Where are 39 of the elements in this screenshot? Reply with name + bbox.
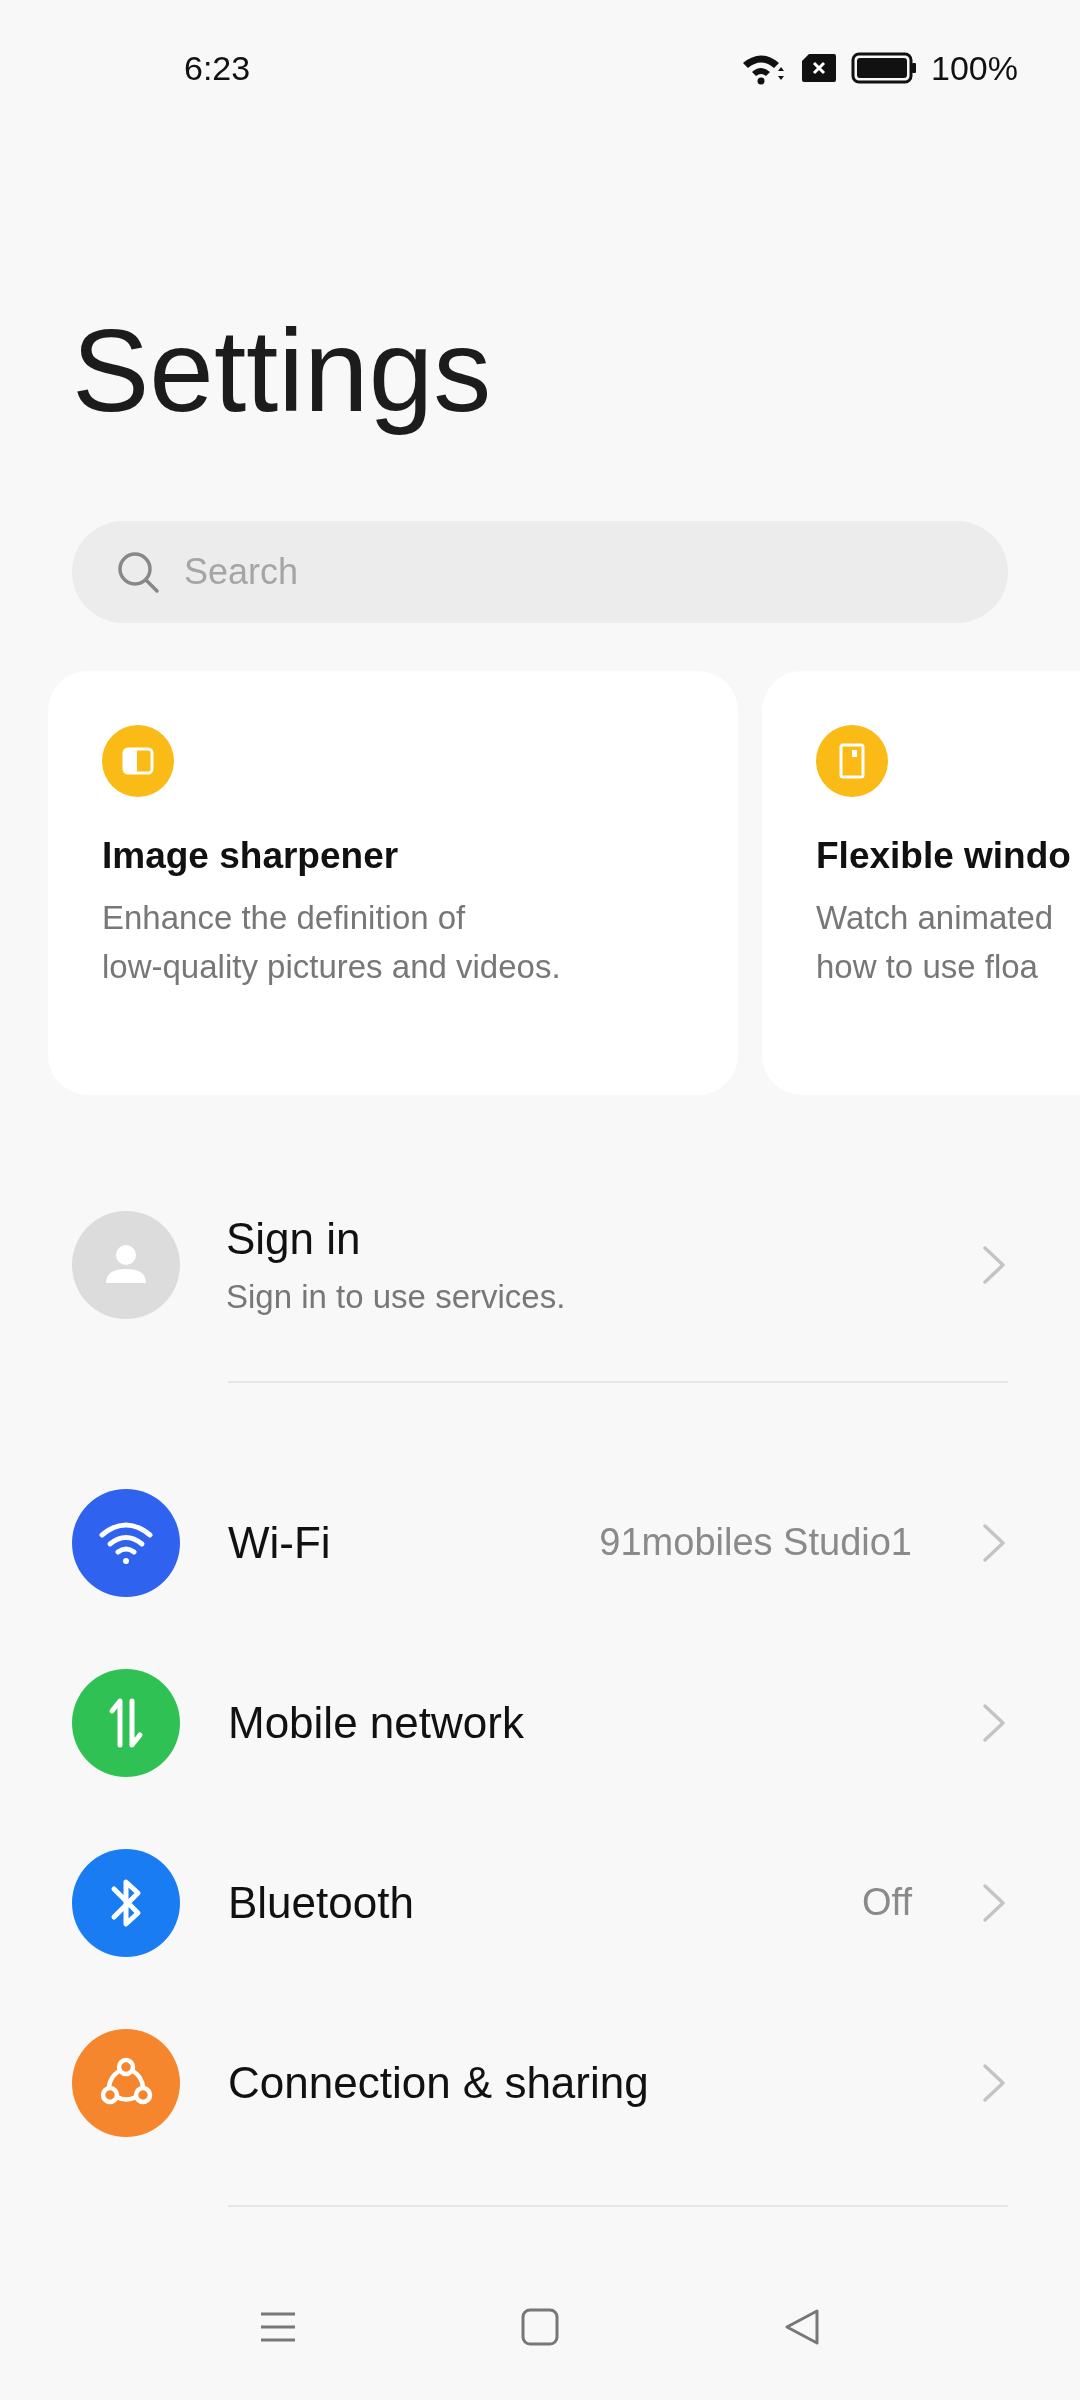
home-icon[interactable] xyxy=(519,2306,561,2348)
settings-row[interactable]: Bluetooth Off xyxy=(0,1812,1080,1993)
sign-in-title: Sign in xyxy=(226,1213,361,1264)
share-icon xyxy=(72,2028,180,2137)
setting-value: 91mobiles Studio1 xyxy=(599,1521,912,1565)
card-title: Flexible windo xyxy=(816,834,1071,877)
bluetooth-icon xyxy=(72,1848,180,1957)
search-field[interactable]: Search xyxy=(72,520,1008,623)
feature-card[interactable]: Flexible windo Watch animated how to use floa xyxy=(762,670,1080,1095)
wifi-icon xyxy=(72,1488,180,1597)
setting-label: Connection & sharing xyxy=(228,2057,650,2108)
sim-card-icon xyxy=(801,53,838,83)
page-title: Settings xyxy=(72,305,492,438)
avatar-icon xyxy=(72,1210,180,1319)
status-time: 6:23 xyxy=(184,48,252,88)
card-title: Image sharpener xyxy=(102,834,399,877)
setting-value: Off xyxy=(862,1881,912,1925)
setting-label: Wi-Fi xyxy=(228,1517,332,1568)
settings-row[interactable]: Connection & sharing xyxy=(0,1992,1080,2173)
settings-row[interactable]: Mobile network xyxy=(0,1632,1080,1813)
sign-in-subtitle: Sign in to use services. xyxy=(226,1277,566,1316)
feature-icon xyxy=(102,724,174,797)
arrows-icon xyxy=(72,1668,180,1777)
setting-label: Mobile network xyxy=(228,1697,525,1748)
search-icon xyxy=(116,549,160,594)
card-description: Enhance the definition of low-quality pictures and videos. xyxy=(102,897,561,987)
battery-percent: 100% xyxy=(931,48,1018,88)
sign-in-row[interactable]: Sign in Sign in to use services. xyxy=(0,1194,1080,1335)
chevron-icon xyxy=(980,1701,1008,1744)
feature-icon xyxy=(816,724,888,797)
chevron-icon xyxy=(980,1521,1008,1564)
setting-label: Bluetooth xyxy=(228,1877,415,1928)
battery-icon xyxy=(851,52,918,84)
settings-row[interactable]: Wi-Fi 91mobiles Studio1 xyxy=(0,1452,1080,1633)
card-description: Watch animated how to use floa xyxy=(816,897,1054,987)
chevron-icon xyxy=(980,1243,1008,1286)
chevron-icon xyxy=(980,1881,1008,1924)
feature-card[interactable]: Image sharpener Enhance the definition of low-quality pictures and videos. xyxy=(48,670,738,1095)
chevron-icon xyxy=(980,2061,1008,2104)
